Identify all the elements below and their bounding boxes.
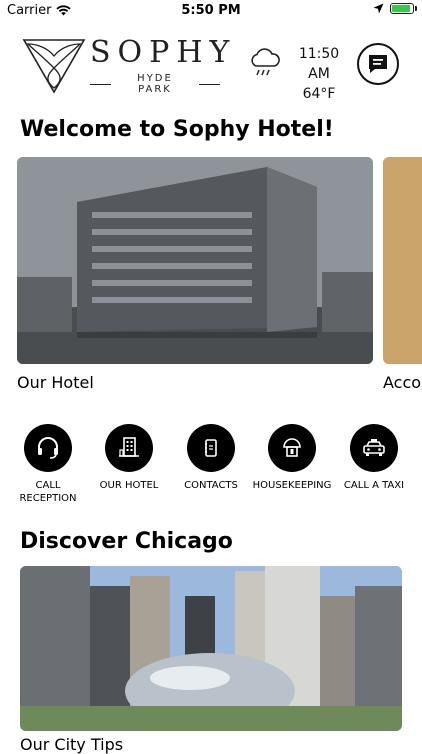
status-time: 5:50 PM — [181, 3, 241, 18]
action-circle[interactable] — [268, 424, 316, 472]
taxi-icon — [363, 439, 385, 456]
headset-icon — [38, 437, 58, 459]
divider-line — [90, 83, 112, 85]
contacts-book-icon — [205, 439, 217, 457]
call-taxi-button[interactable]: CALL A TAXI — [334, 424, 414, 492]
action-label: CALL A TAXI — [343, 480, 405, 491]
accommodation-card-image[interactable] — [383, 157, 422, 364]
weather-time: 11:50 AM — [298, 46, 340, 82]
chat-bubble-icon — [369, 55, 387, 73]
action-label: HOUSEKEEPING — [252, 480, 332, 491]
welcome-title: Welcome to Sophy Hotel! — [20, 117, 334, 142]
call-reception-button[interactable]: CALL RECEPTION — [8, 424, 88, 505]
city-tips-label[interactable]: Our City Tips — [20, 735, 123, 754]
action-circle[interactable] — [105, 424, 153, 472]
chicago-skyline-illustration — [20, 566, 402, 731]
weather-info: 11:50 AM 64°F — [286, 44, 352, 104]
action-circle[interactable] — [24, 424, 72, 472]
action-circle[interactable] — [187, 424, 235, 472]
battery-fill — [392, 5, 410, 12]
action-label: CALL RECEPTION — [19, 480, 77, 504]
brand-location: HYDE PARK — [137, 73, 173, 95]
status-bar: Carrier 5:50 PM — [0, 0, 422, 22]
hotel-building-illustration — [17, 157, 373, 364]
quick-actions: CALL RECEPTION OUR HOTEL CONTACTS HOUSEK… — [0, 424, 422, 514]
hotel-card-image[interactable] — [17, 157, 373, 364]
carousel-label-hotel[interactable]: Our Hotel — [17, 373, 94, 392]
discover-title: Discover Chicago — [20, 529, 233, 554]
battery-icon — [390, 3, 417, 14]
location-arrow-icon — [373, 3, 384, 14]
chat-button[interactable] — [357, 43, 399, 85]
divider-line — [198, 83, 220, 85]
contacts-button[interactable]: CONTACTS — [171, 424, 251, 492]
housekeeping-button[interactable]: HOUSEKEEPING — [252, 424, 332, 492]
action-circle[interactable] — [350, 424, 398, 472]
rain-cloud-icon — [251, 48, 280, 76]
building-icon — [119, 437, 139, 457]
city-tips-image[interactable] — [20, 566, 402, 731]
carousel-label-accommodation[interactable]: Accor — [383, 373, 422, 392]
weather-temperature: 64°F — [302, 86, 336, 102]
brand: SOPHY HYDE PARK — [90, 35, 237, 95]
action-label: CONTACTS — [184, 480, 238, 491]
status-right — [373, 3, 417, 14]
app-header: SOPHY HYDE PARK 11:50 AM 64°F — [0, 30, 422, 102]
our-hotel-button[interactable]: OUR HOTEL — [89, 424, 169, 492]
housekeeping-icon — [283, 438, 301, 457]
sophy-logo-icon — [22, 39, 86, 94]
brand-location-row: HYDE PARK — [90, 73, 220, 95]
brand-name: SOPHY — [90, 35, 237, 70]
action-label: OUR HOTEL — [99, 480, 159, 491]
